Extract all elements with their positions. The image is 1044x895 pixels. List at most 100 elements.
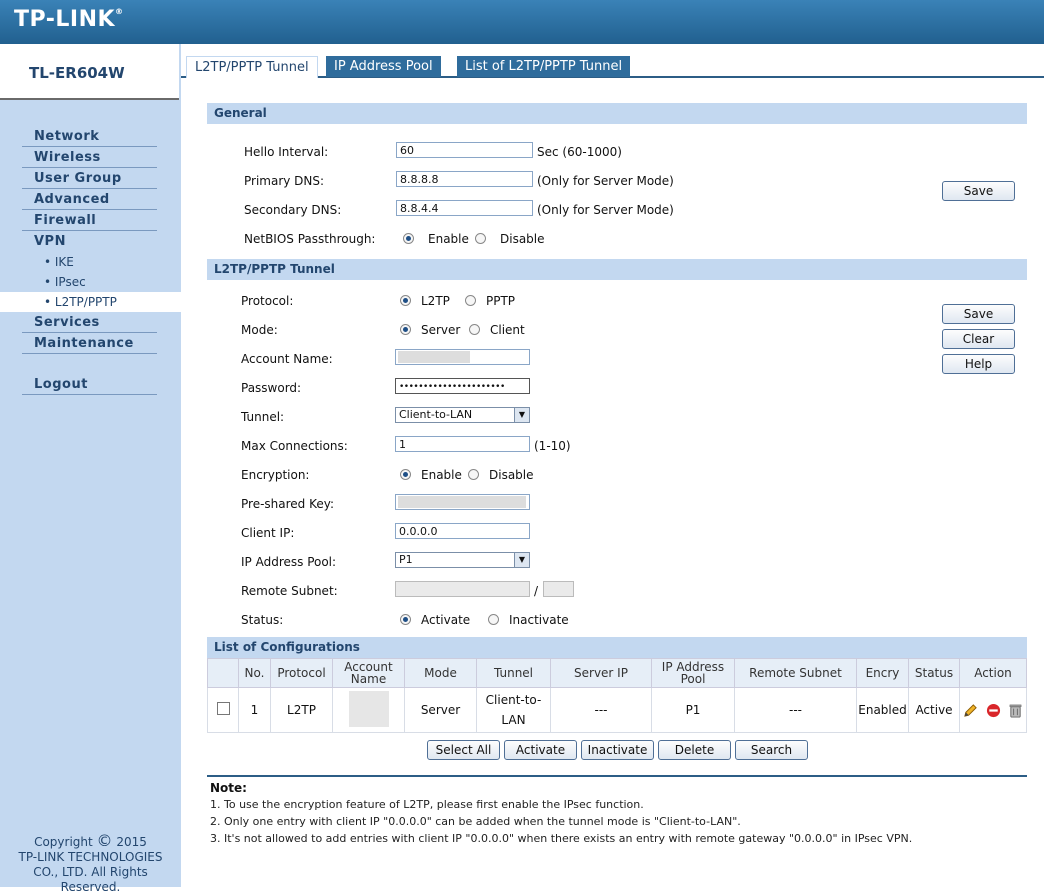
ip-pool-label: IP Address Pool: — [241, 555, 337, 569]
cell-server-ip: --- — [550, 687, 652, 733]
ip-pool-select[interactable]: P1 ▼ — [395, 552, 530, 568]
note-title: Note: — [210, 781, 247, 795]
section-tunnel: L2TP/PPTP Tunnel — [207, 259, 1027, 280]
note-line-2: 2. Only one entry with client IP "0.0.0.… — [210, 815, 741, 828]
select-all-button[interactable]: Select All — [427, 740, 500, 760]
max-connections-label: Max Connections: — [241, 439, 348, 453]
netbios-label: NetBIOS Passthrough: — [244, 232, 376, 246]
sidebar-item-network[interactable]: Network — [22, 126, 157, 147]
search-button[interactable]: Search — [735, 740, 808, 760]
table-header-row: No. Protocol Account Name Mode Tunnel Se… — [207, 658, 1027, 688]
tunnel-help-button[interactable]: Help — [942, 354, 1015, 374]
redacted-account-cell — [348, 690, 389, 727]
hello-interval-hint: Sec (60-1000) — [537, 145, 622, 159]
sidebar-item-user-group[interactable]: User Group — [22, 168, 157, 189]
netbios-enable-radio[interactable] — [403, 233, 414, 244]
general-save-button[interactable]: Save — [942, 181, 1015, 201]
remote-subnet-mask-input[interactable] — [543, 581, 574, 597]
protocol-label: Protocol: — [241, 294, 294, 308]
tunnel-label: Tunnel: — [241, 410, 285, 424]
sidebar-item-logout[interactable]: Logout — [22, 374, 157, 395]
netbios-enable-label: Enable — [428, 232, 469, 246]
chevron-down-icon: ▼ — [514, 408, 529, 422]
col-remote-subnet: Remote Subnet — [734, 658, 857, 688]
max-connections-input[interactable]: 1 — [395, 436, 530, 452]
sidebar-item-firewall[interactable]: Firewall — [22, 210, 157, 231]
top-header — [0, 0, 1044, 44]
col-encry: Encry — [856, 658, 909, 688]
sidebar-item-maintenance[interactable]: Maintenance — [22, 333, 157, 354]
trash-icon[interactable] — [1008, 703, 1023, 718]
config-table: No. Protocol Account Name Mode Tunnel Se… — [207, 658, 1027, 733]
cell-remote-subnet: --- — [734, 687, 857, 733]
col-ip-pool: IP Address Pool — [651, 658, 735, 688]
mode-server-label: Server — [421, 323, 461, 337]
sidebar-subitem-ipsec[interactable]: • IPsec — [44, 275, 86, 289]
status-activate-radio[interactable] — [400, 614, 411, 625]
protocol-pptp-radio[interactable] — [465, 295, 476, 306]
password-input[interactable]: •••••••••••••••••••••• — [395, 378, 530, 394]
cell-protocol: L2TP — [270, 687, 333, 733]
copyright: Copyright © 2015 TP-LINK TECHNOLOGIES CO… — [18, 831, 163, 895]
status-inactivate-radio[interactable] — [488, 614, 499, 625]
hello-interval-input[interactable]: 60 — [396, 142, 533, 158]
disable-icon[interactable] — [986, 703, 1001, 718]
client-ip-input[interactable]: 0.0.0.0 — [395, 523, 530, 539]
sidebar-item-advanced[interactable]: Advanced — [22, 189, 157, 210]
tab-l2tp-pptp-tunnel[interactable]: L2TP/PPTP Tunnel — [186, 56, 318, 78]
col-status: Status — [908, 658, 960, 688]
col-protocol: Protocol — [270, 658, 333, 688]
mode-server-radio[interactable] — [400, 324, 411, 335]
col-action: Action — [959, 658, 1027, 688]
row-checkbox[interactable] — [216, 702, 230, 715]
netbios-disable-radio[interactable] — [475, 233, 486, 244]
model-name: TL-ER604W — [29, 64, 125, 82]
activate-button[interactable]: Activate — [504, 740, 577, 760]
protocol-l2tp-radio[interactable] — [400, 295, 411, 306]
account-name-label: Account Name: — [241, 352, 333, 366]
mode-label: Mode: — [241, 323, 278, 337]
inactivate-button[interactable]: Inactivate — [581, 740, 654, 760]
netbios-disable-label: Disable — [500, 232, 545, 246]
sidebar-subitem-l2tp-pptp[interactable]: • L2TP/PPTP — [44, 295, 117, 309]
section-list: List of Configurations — [207, 637, 1027, 658]
col-server-ip: Server IP — [550, 658, 652, 688]
cell-encry: Enabled — [856, 687, 909, 733]
edit-pencil-icon[interactable] — [963, 703, 978, 718]
note-divider — [207, 775, 1027, 777]
cell-account-name — [332, 687, 405, 733]
note-line-1: 1. To use the encryption feature of L2TP… — [210, 798, 644, 811]
sidebar-item-vpn[interactable]: VPN — [22, 231, 157, 252]
chevron-down-icon: ▼ — [514, 553, 529, 567]
cell-pool: P1 — [651, 687, 735, 733]
secondary-dns-hint: (Only for Server Mode) — [537, 203, 674, 217]
tab-ip-address-pool[interactable]: IP Address Pool — [326, 56, 441, 77]
primary-dns-input[interactable]: 8.8.8.8 — [396, 171, 533, 187]
tunnel-select[interactable]: Client-to-LAN ▼ — [395, 407, 530, 423]
sidebar-item-wireless[interactable]: Wireless — [22, 147, 157, 168]
tp-link-logo: TP-LINK® — [14, 7, 124, 32]
status-label: Status: — [241, 613, 284, 627]
secondary-dns-input[interactable]: 8.8.4.4 — [396, 200, 533, 216]
remote-subnet-input[interactable] — [395, 581, 530, 597]
remote-subnet-label: Remote Subnet: — [241, 584, 338, 598]
status-inactivate-label: Inactivate — [509, 613, 569, 627]
delete-button[interactable]: Delete — [658, 740, 731, 760]
sidebar-subitem-ike[interactable]: • IKE — [44, 255, 74, 269]
max-connections-hint: (1-10) — [534, 439, 571, 453]
encryption-disable-radio[interactable] — [468, 469, 479, 480]
mode-client-label: Client — [490, 323, 525, 337]
tab-list-of-tunnel[interactable]: List of L2TP/PPTP Tunnel — [457, 56, 631, 77]
encryption-enable-radio[interactable] — [400, 469, 411, 480]
sidebar-item-services[interactable]: Services — [22, 312, 157, 333]
mode-client-radio[interactable] — [469, 324, 480, 335]
tunnel-save-button[interactable]: Save — [942, 304, 1015, 324]
psk-label: Pre-shared Key: — [241, 497, 335, 511]
encryption-disable-label: Disable — [489, 468, 534, 482]
table-row: 1 L2TP Server Client-to-LAN --- P1 --- E… — [207, 687, 1027, 733]
col-account-name: Account Name — [332, 658, 405, 688]
note-line-3: 3. It's not allowed to add entries with … — [210, 832, 913, 845]
redacted-account-name — [398, 351, 470, 363]
remote-subnet-separator: / — [534, 584, 539, 598]
tunnel-clear-button[interactable]: Clear — [942, 329, 1015, 349]
